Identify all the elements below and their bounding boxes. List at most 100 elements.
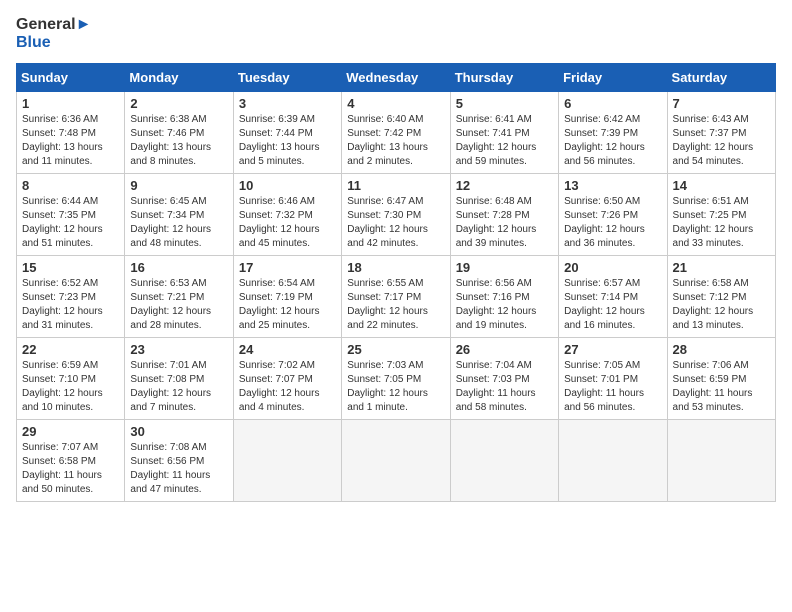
day-number: 29 (22, 424, 119, 439)
day-number: 10 (239, 178, 336, 193)
day-number: 11 (347, 178, 444, 193)
day-number: 7 (673, 96, 770, 111)
calendar-cell: 30 Sunrise: 7:08 AMSunset: 6:56 PMDayligh… (125, 420, 233, 502)
cell-content: Sunrise: 7:02 AMSunset: 7:07 PMDaylight:… (239, 360, 320, 413)
calendar-cell: 21 Sunrise: 6:58 AMSunset: 7:12 PMDayligh… (667, 256, 775, 338)
calendar-cell: 9 Sunrise: 6:45 AMSunset: 7:34 PMDaylight… (125, 174, 233, 256)
cell-content: Sunrise: 6:47 AMSunset: 7:30 PMDaylight:… (347, 196, 428, 249)
calendar-cell: 16 Sunrise: 6:53 AMSunset: 7:21 PMDayligh… (125, 256, 233, 338)
day-number: 16 (130, 260, 227, 275)
calendar-cell: 11 Sunrise: 6:47 AMSunset: 7:30 PMDayligh… (342, 174, 450, 256)
cell-content: Sunrise: 6:36 AMSunset: 7:48 PMDaylight:… (22, 114, 103, 167)
calendar-cell (342, 420, 450, 502)
calendar-table: SundayMondayTuesdayWednesdayThursdayFrid… (16, 63, 776, 502)
calendar-cell: 12 Sunrise: 6:48 AMSunset: 7:28 PMDayligh… (450, 174, 558, 256)
calendar-cell: 10 Sunrise: 6:46 AMSunset: 7:32 PMDayligh… (233, 174, 341, 256)
cell-content: Sunrise: 6:52 AMSunset: 7:23 PMDaylight:… (22, 278, 103, 331)
cell-content: Sunrise: 6:43 AMSunset: 7:37 PMDaylight:… (673, 114, 754, 167)
cell-content: Sunrise: 7:07 AMSunset: 6:58 PMDaylight:… (22, 442, 102, 495)
calendar-cell: 27 Sunrise: 7:05 AMSunset: 7:01 PMDayligh… (559, 338, 667, 420)
day-number: 20 (564, 260, 661, 275)
day-number: 25 (347, 342, 444, 357)
cell-content: Sunrise: 6:58 AMSunset: 7:12 PMDaylight:… (673, 278, 754, 331)
calendar-cell: 23 Sunrise: 7:01 AMSunset: 7:08 PMDayligh… (125, 338, 233, 420)
day-number: 3 (239, 96, 336, 111)
logo-general: General► (16, 16, 91, 34)
calendar-cell: 28Sunrise: 7:06 AMSunset: 6:59 PMDayligh… (667, 338, 775, 420)
day-number: 19 (456, 260, 553, 275)
week-row-3: 15Sunrise: 6:52 AMSunset: 7:23 PMDayligh… (17, 256, 776, 338)
calendar-cell: 19Sunrise: 6:56 AMSunset: 7:16 PMDayligh… (450, 256, 558, 338)
calendar-cell: 24 Sunrise: 7:02 AMSunset: 7:07 PMDayligh… (233, 338, 341, 420)
cell-content: Sunrise: 7:08 AMSunset: 6:56 PMDaylight:… (130, 442, 210, 495)
cell-content: Sunrise: 6:51 AMSunset: 7:25 PMDaylight:… (673, 196, 754, 249)
calendar-cell: 17Sunrise: 6:54 AMSunset: 7:19 PMDayligh… (233, 256, 341, 338)
calendar-cell: 5Sunrise: 6:41 AMSunset: 7:41 PMDaylight… (450, 92, 558, 174)
calendar-cell: 29 Sunrise: 7:07 AMSunset: 6:58 PMDayligh… (17, 420, 125, 502)
calendar-cell: 20Sunrise: 6:57 AMSunset: 7:14 PMDayligh… (559, 256, 667, 338)
calendar-cell: 7 Sunrise: 6:43 AMSunset: 7:37 PMDaylight… (667, 92, 775, 174)
day-number: 23 (130, 342, 227, 357)
calendar-cell: 3Sunrise: 6:39 AMSunset: 7:44 PMDaylight… (233, 92, 341, 174)
cell-content: Sunrise: 7:01 AMSunset: 7:08 PMDaylight:… (130, 360, 211, 413)
cell-content: Sunrise: 6:40 AMSunset: 7:42 PMDaylight:… (347, 114, 428, 167)
day-number: 13 (564, 178, 661, 193)
day-number: 22 (22, 342, 119, 357)
cell-content: Sunrise: 6:48 AMSunset: 7:28 PMDaylight:… (456, 196, 537, 249)
calendar-cell (559, 420, 667, 502)
day-number: 8 (22, 178, 119, 193)
logo-blue: Blue (16, 34, 91, 52)
day-number: 9 (130, 178, 227, 193)
day-number: 14 (673, 178, 770, 193)
cell-content: Sunrise: 7:05 AMSunset: 7:01 PMDaylight:… (564, 360, 644, 413)
day-number: 2 (130, 96, 227, 111)
calendar-cell: 1 Sunrise: 6:36 AMSunset: 7:48 PMDaylight… (17, 92, 125, 174)
day-number: 18 (347, 260, 444, 275)
cell-content: Sunrise: 6:42 AMSunset: 7:39 PMDaylight:… (564, 114, 645, 167)
calendar-cell: 26 Sunrise: 7:04 AMSunset: 7:03 PMDayligh… (450, 338, 558, 420)
week-row-1: 1 Sunrise: 6:36 AMSunset: 7:48 PMDaylight… (17, 92, 776, 174)
header-row: SundayMondayTuesdayWednesdayThursdayFrid… (17, 64, 776, 92)
day-number: 24 (239, 342, 336, 357)
cell-content: Sunrise: 6:44 AMSunset: 7:35 PMDaylight:… (22, 196, 103, 249)
day-number: 30 (130, 424, 227, 439)
cell-content: Sunrise: 6:59 AMSunset: 7:10 PMDaylight:… (22, 360, 103, 413)
cell-content: Sunrise: 6:55 AMSunset: 7:17 PMDaylight:… (347, 278, 428, 331)
logo-container: General► Blue (16, 16, 91, 51)
calendar-cell: 8 Sunrise: 6:44 AMSunset: 7:35 PMDaylight… (17, 174, 125, 256)
calendar-cell (667, 420, 775, 502)
cell-content: Sunrise: 6:45 AMSunset: 7:34 PMDaylight:… (130, 196, 211, 249)
day-number: 21 (673, 260, 770, 275)
col-header-friday: Friday (559, 64, 667, 92)
calendar-cell (450, 420, 558, 502)
calendar-cell: 4 Sunrise: 6:40 AMSunset: 7:42 PMDaylight… (342, 92, 450, 174)
cell-content: Sunrise: 7:06 AMSunset: 6:59 PMDaylight:… (673, 360, 753, 413)
logo: General► Blue (16, 16, 91, 51)
page-header: General► Blue (16, 16, 776, 51)
week-row-2: 8 Sunrise: 6:44 AMSunset: 7:35 PMDaylight… (17, 174, 776, 256)
calendar-cell: 25 Sunrise: 7:03 AMSunset: 7:05 PMDayligh… (342, 338, 450, 420)
cell-content: Sunrise: 6:38 AMSunset: 7:46 PMDaylight:… (130, 114, 211, 167)
week-row-5: 29 Sunrise: 7:07 AMSunset: 6:58 PMDayligh… (17, 420, 776, 502)
col-header-thursday: Thursday (450, 64, 558, 92)
calendar-cell: 14 Sunrise: 6:51 AMSunset: 7:25 PMDayligh… (667, 174, 775, 256)
cell-content: Sunrise: 6:46 AMSunset: 7:32 PMDaylight:… (239, 196, 320, 249)
calendar-cell: 15Sunrise: 6:52 AMSunset: 7:23 PMDayligh… (17, 256, 125, 338)
col-header-tuesday: Tuesday (233, 64, 341, 92)
day-number: 27 (564, 342, 661, 357)
calendar-cell (233, 420, 341, 502)
day-number: 1 (22, 96, 119, 111)
cell-content: Sunrise: 6:50 AMSunset: 7:26 PMDaylight:… (564, 196, 645, 249)
day-number: 17 (239, 260, 336, 275)
cell-content: Sunrise: 6:53 AMSunset: 7:21 PMDaylight:… (130, 278, 211, 331)
day-number: 26 (456, 342, 553, 357)
cell-content: Sunrise: 7:04 AMSunset: 7:03 PMDaylight:… (456, 360, 536, 413)
day-number: 4 (347, 96, 444, 111)
col-header-wednesday: Wednesday (342, 64, 450, 92)
day-number: 5 (456, 96, 553, 111)
calendar-cell: 6 Sunrise: 6:42 AMSunset: 7:39 PMDaylight… (559, 92, 667, 174)
day-number: 6 (564, 96, 661, 111)
day-number: 12 (456, 178, 553, 193)
calendar-cell: 13 Sunrise: 6:50 AMSunset: 7:26 PMDayligh… (559, 174, 667, 256)
cell-content: Sunrise: 7:03 AMSunset: 7:05 PMDaylight:… (347, 360, 428, 413)
